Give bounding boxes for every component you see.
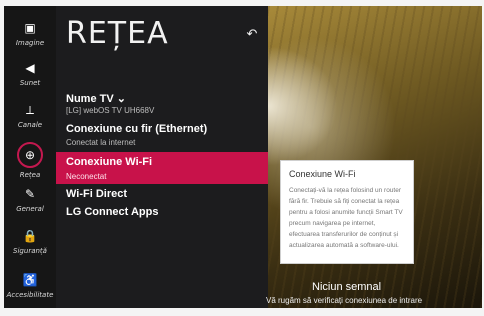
sidebar-item-canale[interactable]: ⟂ Canale	[4, 102, 56, 142]
page-title: REȚEA	[66, 16, 169, 51]
picture-icon: ▣	[24, 21, 36, 35]
sidebar-item-label: Sunet	[19, 79, 41, 87]
menu-item-title: LG Connect Apps	[66, 206, 159, 218]
tooltip-title: Conexiune Wi-Fi	[289, 169, 356, 179]
dog-highlight	[268, 46, 338, 166]
sidebar-item-sunet[interactable]: ◀ Sunet	[4, 60, 56, 100]
no-signal-subtitle: Vă rugăm să verificați conexiunea de int…	[266, 296, 423, 305]
back-icon[interactable]: ↶	[244, 26, 260, 42]
speaker-icon: ◀	[25, 61, 35, 75]
help-tooltip: Conexiune Wi-Fi Conectați-vă la rețea fo…	[280, 160, 414, 264]
general-icon: ✎	[24, 187, 36, 201]
menu-item-wifi[interactable]: Conexiune Wi-Fi Neconectat	[56, 152, 268, 184]
menu-item-subtitle: Neconectat	[66, 172, 107, 181]
menu-item-lg-connect-apps[interactable]: LG Connect Apps	[56, 204, 268, 222]
no-signal-title: Niciun semnal	[312, 281, 382, 293]
menu-item-subtitle: Conectat la internet	[66, 138, 136, 147]
sidebar-item-retea[interactable]: ⊕ Rețea	[4, 142, 56, 186]
menu-item-title: Wi-Fi Direct	[66, 188, 128, 200]
network-menu-panel: REȚEA ↶ Nume TV ⌄ [LG] webOS TV UH668V C…	[56, 6, 268, 308]
sidebar-item-imagine[interactable]: ▣ Imagine	[4, 20, 56, 60]
menu-item-title: Nume TV ⌄	[66, 93, 126, 105]
sidebar-item-label: Rețea	[19, 171, 41, 179]
sidebar-item-label: General	[16, 205, 44, 213]
menu-item-tv-name[interactable]: Nume TV ⌄ [LG] webOS TV UH668V	[56, 90, 268, 118]
antenna-icon: ⟂	[25, 103, 34, 117]
settings-sidebar: ▣ Imagine ◀ Sunet ⟂ Canale ⊕ Rețea ✎ Gen…	[4, 6, 56, 308]
menu-item-title: Conexiune Wi-Fi	[66, 156, 153, 168]
tooltip-body: Conectați-vă la rețea folosind un router…	[289, 187, 403, 249]
tv-screen: ▣ Imagine ◀ Sunet ⟂ Canale ⊕ Rețea ✎ Gen…	[4, 6, 482, 308]
sidebar-item-accesibilitate[interactable]: ♿ Accesibilitate	[4, 272, 56, 308]
menu-item-ethernet[interactable]: Conexiune cu fir (Ethernet) Conectat la …	[56, 120, 268, 150]
sidebar-item-label: Canale	[17, 121, 43, 129]
menu-item-subtitle: [LG] webOS TV UH668V	[66, 106, 155, 115]
sidebar-item-siguranta[interactable]: 🔒 Siguranță	[4, 228, 56, 268]
sidebar-item-general[interactable]: ✎ General	[4, 186, 56, 226]
globe-icon: ⊕	[17, 142, 43, 168]
sidebar-item-label: Imagine	[15, 39, 45, 47]
accessibility-icon: ♿	[22, 273, 38, 287]
menu-item-wifi-direct[interactable]: Wi-Fi Direct	[56, 186, 268, 204]
lock-icon: 🔒	[22, 229, 38, 243]
sidebar-item-label: Accesibilitate	[6, 291, 54, 299]
menu-item-title: Conexiune cu fir (Ethernet)	[66, 123, 208, 135]
sidebar-item-label: Siguranță	[13, 247, 47, 255]
